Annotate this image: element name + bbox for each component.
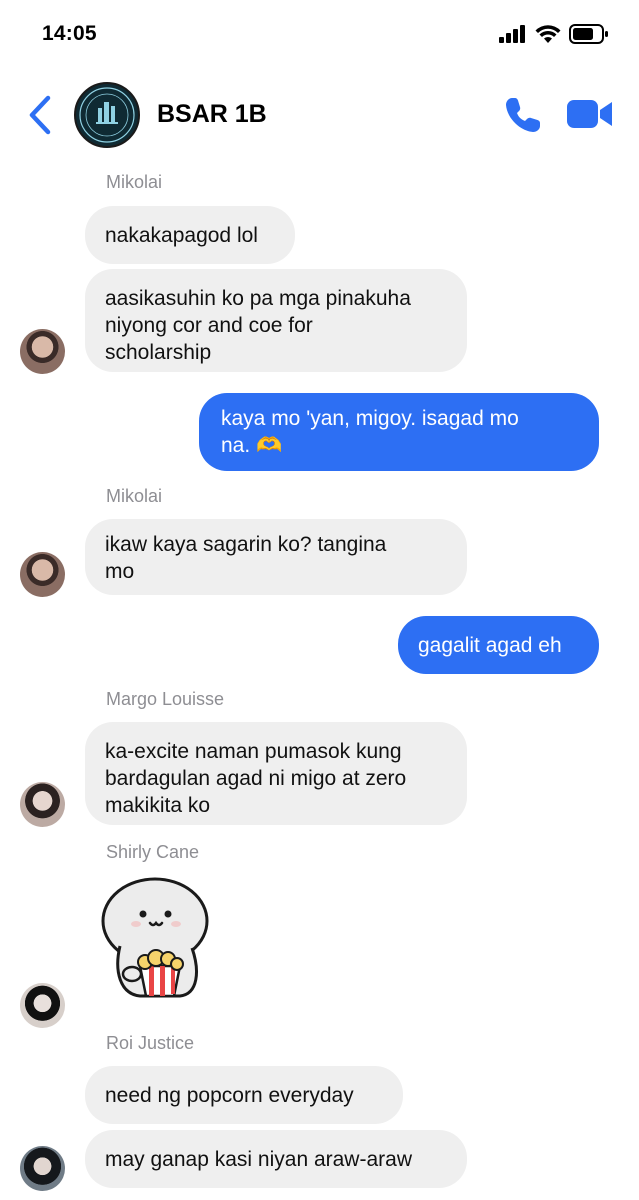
popcorn-sticker-icon[interactable] xyxy=(100,876,215,1001)
sender-name: Mikolai xyxy=(106,172,163,192)
sender-name: Mikolai xyxy=(106,486,163,506)
group-avatar[interactable] xyxy=(74,82,140,148)
avatar[interactable] xyxy=(20,1146,65,1191)
message-bubble[interactable]: need ng popcorn everyday xyxy=(85,1066,403,1124)
battery-icon xyxy=(569,24,608,44)
cellular-signal-icon xyxy=(499,25,525,43)
status-time: 14:05 xyxy=(42,22,97,45)
message-bubble[interactable]: aasikasuhin ko pa mga pinakuha niyong co… xyxy=(85,269,467,372)
status-bar: 14:05 xyxy=(0,0,639,64)
avatar[interactable] xyxy=(20,983,65,1028)
message-bubble[interactable]: ka-excite naman pumasok kung bardagulan … xyxy=(85,722,467,825)
outgoing-message-bubble[interactable]: gagalit agad eh xyxy=(398,616,599,674)
status-icons xyxy=(499,24,609,44)
phone-icon[interactable] xyxy=(504,96,542,134)
message-bubble[interactable]: ikaw kaya sagarin ko? tangina mo xyxy=(85,519,467,595)
wifi-icon xyxy=(535,24,561,43)
chat-header: BSAR 1B xyxy=(0,72,639,158)
outgoing-message-bubble[interactable]: kaya mo 'yan, migoy. isagad mo na. 🫶 xyxy=(199,393,599,471)
avatar[interactable] xyxy=(20,552,65,597)
sender-name: Shirly Cane xyxy=(106,842,200,862)
sender-name: Margo Louisse xyxy=(106,689,225,709)
chevron-left-icon[interactable] xyxy=(24,94,54,136)
avatar[interactable] xyxy=(20,782,65,827)
message-bubble[interactable]: may ganap kasi niyan araw-araw xyxy=(85,1130,467,1188)
message-bubble[interactable]: nakakapagod lol xyxy=(85,206,295,264)
avatar[interactable] xyxy=(20,329,65,374)
conversation-title: BSAR 1B xyxy=(157,100,267,128)
sender-name: Roi Justice xyxy=(106,1033,195,1053)
video-camera-icon[interactable] xyxy=(566,96,614,132)
